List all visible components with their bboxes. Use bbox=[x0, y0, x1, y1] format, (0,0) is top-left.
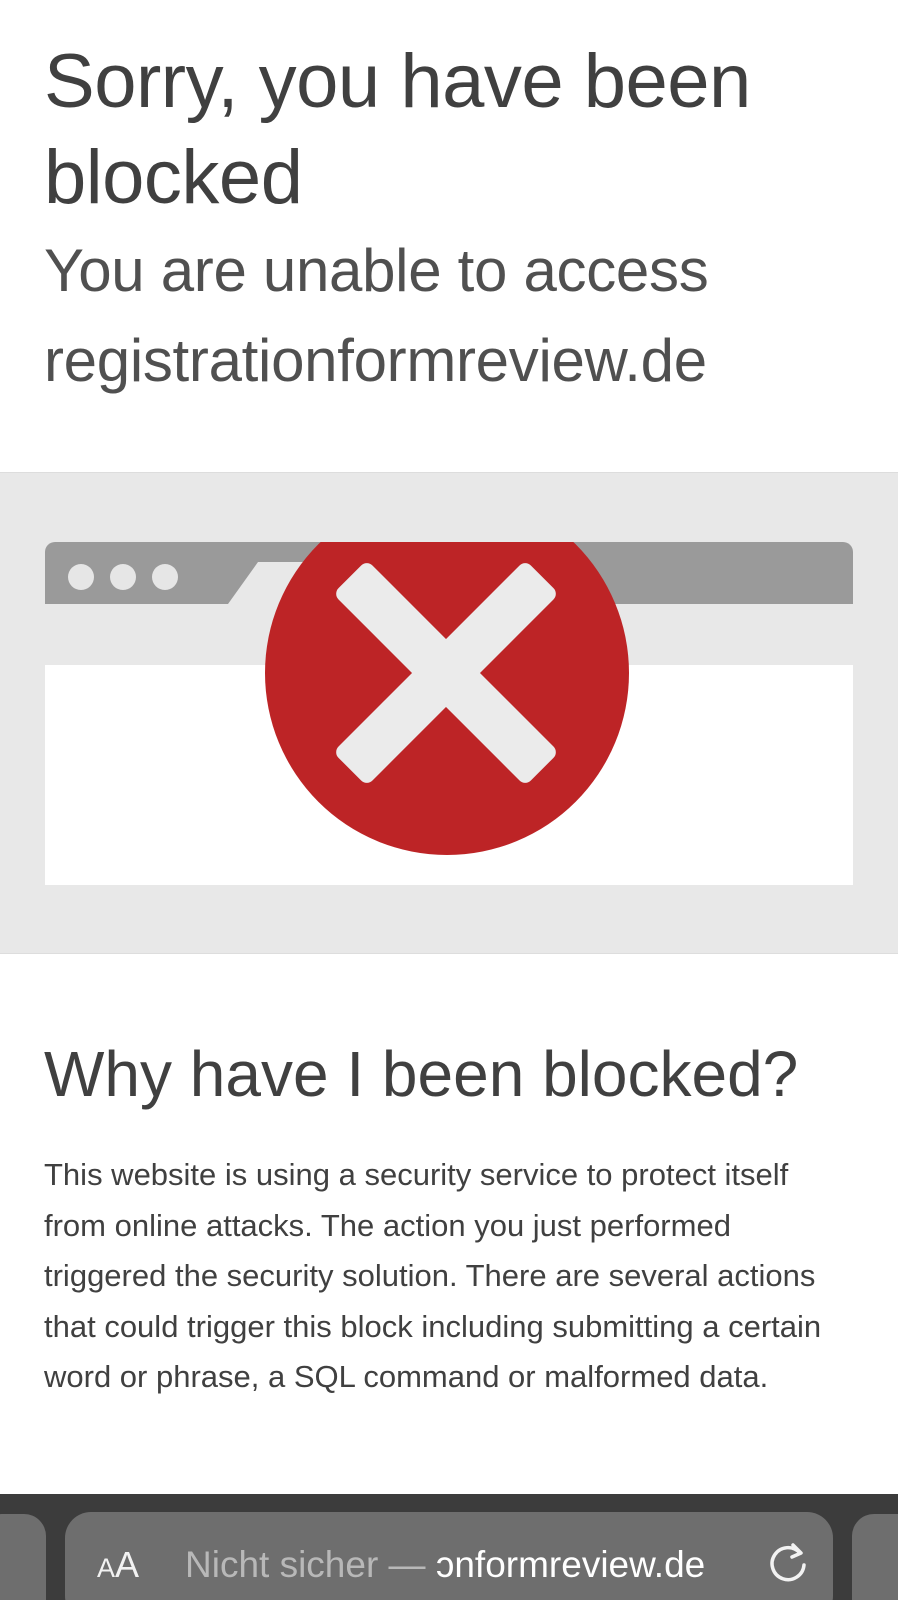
block-header: Sorry, you have been blocked You are una… bbox=[0, 0, 898, 472]
browser-toolbar: AA Nicht sicher — ɔnformreview.de bbox=[0, 1494, 898, 1600]
text-size-small-letter: A bbox=[97, 1553, 116, 1583]
why-heading: Why have I been blocked? bbox=[44, 1038, 799, 1110]
next-tab-preview[interactable] bbox=[852, 1514, 898, 1600]
explanation-section: Why have I been blocked? This website is… bbox=[0, 954, 898, 1494]
previous-tab-preview[interactable] bbox=[0, 1514, 46, 1600]
address-bar[interactable]: AA Nicht sicher — ɔnformreview.de bbox=[65, 1512, 833, 1600]
url-text[interactable]: Nicht sicher — ɔnformreview.de bbox=[185, 1540, 745, 1590]
error-x-icon bbox=[265, 542, 629, 855]
security-status: Nicht sicher — bbox=[185, 1544, 436, 1585]
window-dot bbox=[68, 564, 94, 590]
text-size-large-letter: A bbox=[115, 1544, 140, 1585]
why-body: This website is using a security service… bbox=[44, 1157, 822, 1394]
url-host: ɔnformreview.de bbox=[435, 1544, 706, 1585]
window-dot bbox=[152, 564, 178, 590]
page-title: Sorry, you have been blocked bbox=[44, 39, 751, 220]
page-subtitle: You are unable to access registrationfor… bbox=[44, 237, 709, 394]
reload-icon[interactable] bbox=[763, 1538, 813, 1588]
text-size-button[interactable]: AA bbox=[97, 1540, 139, 1590]
window-dot bbox=[110, 564, 136, 590]
